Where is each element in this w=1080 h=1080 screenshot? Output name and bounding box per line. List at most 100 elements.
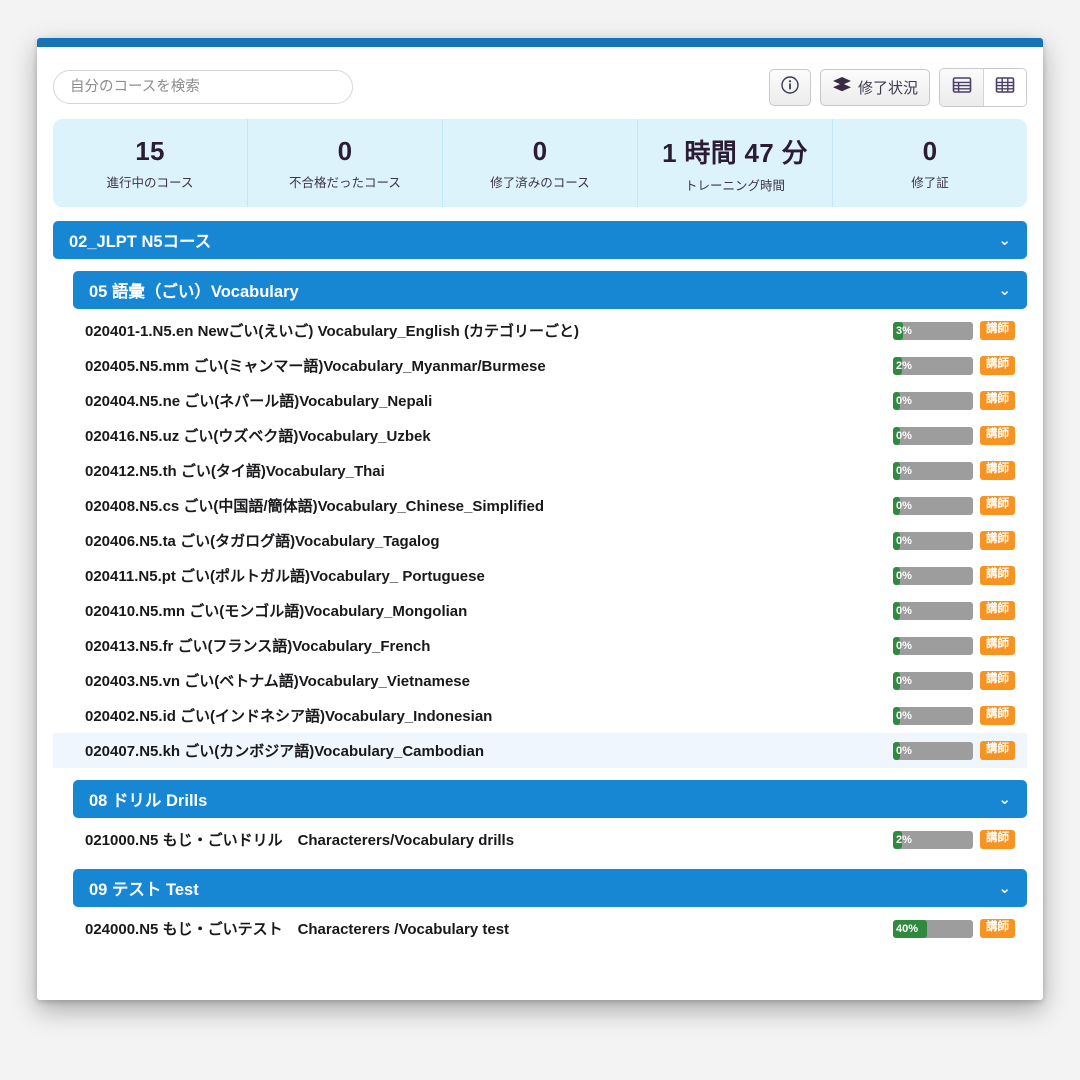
- progress-bar: 40%: [893, 919, 973, 938]
- stats-summary: 15 進行中のコース 0 不合格だったコース 0 修了済みのコース 1 時間 47 分トレー…: [53, 119, 1027, 207]
- view-mode-toggle: [939, 67, 1027, 107]
- completion-status-label: 修了状況: [857, 79, 918, 97]
- progress-percent-label: 40%: [896, 922, 919, 935]
- progress-bar: 0%: [893, 601, 973, 620]
- course-row[interactable]: 020412.N5.th ごい(タイ語)Vocabulary_Thai 0% 講師: [53, 453, 1027, 488]
- course-rows: 021000.N5 もじ・ごいドリル Characterers/Vocabula…: [53, 822, 1027, 857]
- progress-bar: 0%: [893, 636, 973, 655]
- instructor-badge[interactable]: 講師: [980, 671, 1015, 690]
- course-list-card: 修了状況: [37, 38, 1043, 1000]
- course-row[interactable]: 020401-1.N5.en Newごい(えいご) Vocabulary_Eng…: [53, 313, 1027, 348]
- progress-percent-label: 0%: [896, 709, 912, 722]
- course-row[interactable]: 020403.N5.vn ごい(ベトナム語)Vocabulary_Vietnam…: [53, 663, 1027, 698]
- grid-view-icon: [995, 76, 1015, 99]
- course-row[interactable]: 020407.N5.kh ごい(カンボジア語)Vocabulary_Cambod…: [53, 733, 1027, 768]
- course-rows: 024000.N5 もじ・ごいテスト Characterers /Vocabul…: [53, 911, 1027, 946]
- section-header[interactable]: 08 ドリル Drills ⌄: [73, 780, 1027, 818]
- progress-bar: 3%: [893, 321, 973, 340]
- course-row-meta: 0% 講師: [893, 706, 1015, 725]
- instructor-badge[interactable]: 講師: [980, 391, 1015, 410]
- course-row-meta: 0% 講師: [893, 496, 1015, 515]
- instructor-badge[interactable]: 講師: [980, 830, 1015, 849]
- course-row-meta: 0% 講師: [893, 391, 1015, 410]
- progress-bar: 0%: [893, 461, 973, 480]
- section-header[interactable]: 05 語彙（ごい）Vocabulary ⌄: [73, 271, 1027, 309]
- course-row-meta: 2% 講師: [893, 830, 1015, 849]
- stat-label: トレーニング時間: [684, 178, 785, 193]
- stat-item: 0 不合格だったコース: [247, 119, 442, 207]
- instructor-badge[interactable]: 講師: [980, 601, 1015, 620]
- instructor-badge[interactable]: 講師: [980, 426, 1015, 445]
- course-row[interactable]: 020406.N5.ta ごい(タガログ語)Vocabulary_Tagalog…: [53, 523, 1027, 558]
- course-row[interactable]: 021000.N5 もじ・ごいドリル Characterers/Vocabula…: [53, 822, 1027, 857]
- course-row-title: 020407.N5.kh ごい(カンボジア語)Vocabulary_Cambod…: [85, 743, 484, 760]
- course-row-title: 020404.N5.ne ごい(ネパール語)Vocabulary_Nepali: [85, 393, 433, 410]
- section-header[interactable]: 09 テスト Test ⌄: [73, 869, 1027, 907]
- stat-value: 1 時間 47 分: [662, 137, 808, 168]
- instructor-badge[interactable]: 講師: [980, 706, 1015, 725]
- instructor-badge[interactable]: 講師: [980, 496, 1015, 515]
- course-row[interactable]: 020405.N5.mm ごい(ミャンマー語)Vocabulary_Myanma…: [53, 348, 1027, 383]
- course-row-title: 020410.N5.mn ごい(モンゴル語)Vocabulary_Mongoli…: [85, 603, 468, 620]
- progress-bar: 0%: [893, 566, 973, 585]
- stat-item: 0 修了済みのコース: [442, 119, 637, 207]
- stat-value: 0: [532, 135, 548, 166]
- instructor-badge[interactable]: 講師: [980, 321, 1015, 340]
- chevron-down-icon: ⌄: [998, 790, 1011, 808]
- course-row-meta: 0% 講師: [893, 671, 1015, 690]
- course-row[interactable]: 024000.N5 もじ・ごいテスト Characterers /Vocabul…: [53, 911, 1027, 946]
- course-row-meta: 0% 講師: [893, 636, 1015, 655]
- completion-status-button[interactable]: 修了状況: [819, 68, 930, 106]
- instructor-badge[interactable]: 講師: [980, 741, 1015, 760]
- stat-item: 0 修了証: [832, 119, 1027, 207]
- progress-bar: 0%: [893, 496, 973, 515]
- info-button[interactable]: [768, 68, 811, 106]
- progress-bar: 0%: [893, 391, 973, 410]
- progress-percent-label: 0%: [896, 429, 912, 442]
- instructor-badge[interactable]: 講師: [980, 356, 1015, 375]
- grid-view-button[interactable]: [983, 68, 1026, 106]
- instructor-badge[interactable]: 講師: [980, 919, 1015, 938]
- progress-percent-label: 3%: [896, 324, 912, 337]
- stat-label: 進行中のコース: [106, 175, 194, 190]
- instructor-badge[interactable]: 講師: [980, 566, 1015, 585]
- course-row[interactable]: 020413.N5.fr ごい(フランス語)Vocabulary_French 0…: [53, 628, 1027, 663]
- course-row-title: 020408.N5.cs ごい(中国語/簡体語)Vocabulary_Chine…: [85, 498, 545, 515]
- course-row[interactable]: 020416.N5.uz ごい(ウズベク語)Vocabulary_Uzbek 0%…: [53, 418, 1027, 453]
- instructor-badge[interactable]: 講師: [980, 531, 1015, 550]
- course-row[interactable]: 020410.N5.mn ごい(モンゴル語)Vocabulary_Mongoli…: [53, 593, 1027, 628]
- section-list: 05 語彙（ごい）Vocabulary ⌄ 020401-1.N5.en Newごい…: [53, 271, 1027, 946]
- stat-value: 0: [922, 135, 938, 166]
- instructor-badge[interactable]: 講師: [980, 461, 1015, 480]
- card-top-accent-bar: [37, 38, 1043, 47]
- list-view-button[interactable]: [940, 68, 983, 106]
- course-row-title: 020403.N5.vn ごい(ベトナム語)Vocabulary_Vietnam…: [85, 673, 470, 690]
- progress-percent-label: 0%: [896, 569, 912, 582]
- course-row-title: 020411.N5.pt ごい(ポルトガル語)Vocabulary_ Portu…: [85, 568, 485, 585]
- course-row-title: 020412.N5.th ごい(タイ語)Vocabulary_Thai: [85, 463, 385, 480]
- stat-label: 修了済みのコース: [490, 175, 590, 190]
- course-row-meta: 0% 講師: [893, 426, 1015, 445]
- chevron-down-icon: ⌄: [998, 879, 1011, 897]
- progress-bar: 0%: [893, 426, 973, 445]
- search-input[interactable]: [53, 70, 353, 104]
- stat-label: 不合格だったコース: [289, 175, 401, 190]
- section-title: 09 テスト Test: [89, 881, 199, 899]
- course-row-meta: 2% 講師: [893, 356, 1015, 375]
- course-row-meta: 3% 講師: [893, 321, 1015, 340]
- course-row[interactable]: 020408.N5.cs ごい(中国語/簡体語)Vocabulary_Chine…: [53, 488, 1027, 523]
- progress-bar: 0%: [893, 706, 973, 725]
- toolbar: 修了状況: [53, 61, 1027, 113]
- course-row[interactable]: 020402.N5.id ごい(インドネシア語)Vocabulary_Indon…: [53, 698, 1027, 733]
- course-group-header[interactable]: 02_JLPT N5コース ⌄: [53, 221, 1027, 259]
- course-row-title: 020406.N5.ta ごい(タガログ語)Vocabulary_Tagalog: [85, 533, 440, 550]
- course-row[interactable]: 020411.N5.pt ごい(ポルトガル語)Vocabulary_ Portu…: [53, 558, 1027, 593]
- instructor-badge[interactable]: 講師: [980, 636, 1015, 655]
- progress-percent-label: 0%: [896, 744, 912, 757]
- course-rows: 020401-1.N5.en Newごい(えいご) Vocabulary_Eng…: [53, 313, 1027, 768]
- chevron-down-icon: ⌄: [998, 281, 1011, 299]
- progress-percent-label: 0%: [896, 394, 912, 407]
- info-circle-icon: [780, 75, 800, 99]
- course-row[interactable]: 020404.N5.ne ごい(ネパール語)Vocabulary_Nepali 0…: [53, 383, 1027, 418]
- stat-value: 0: [337, 135, 353, 166]
